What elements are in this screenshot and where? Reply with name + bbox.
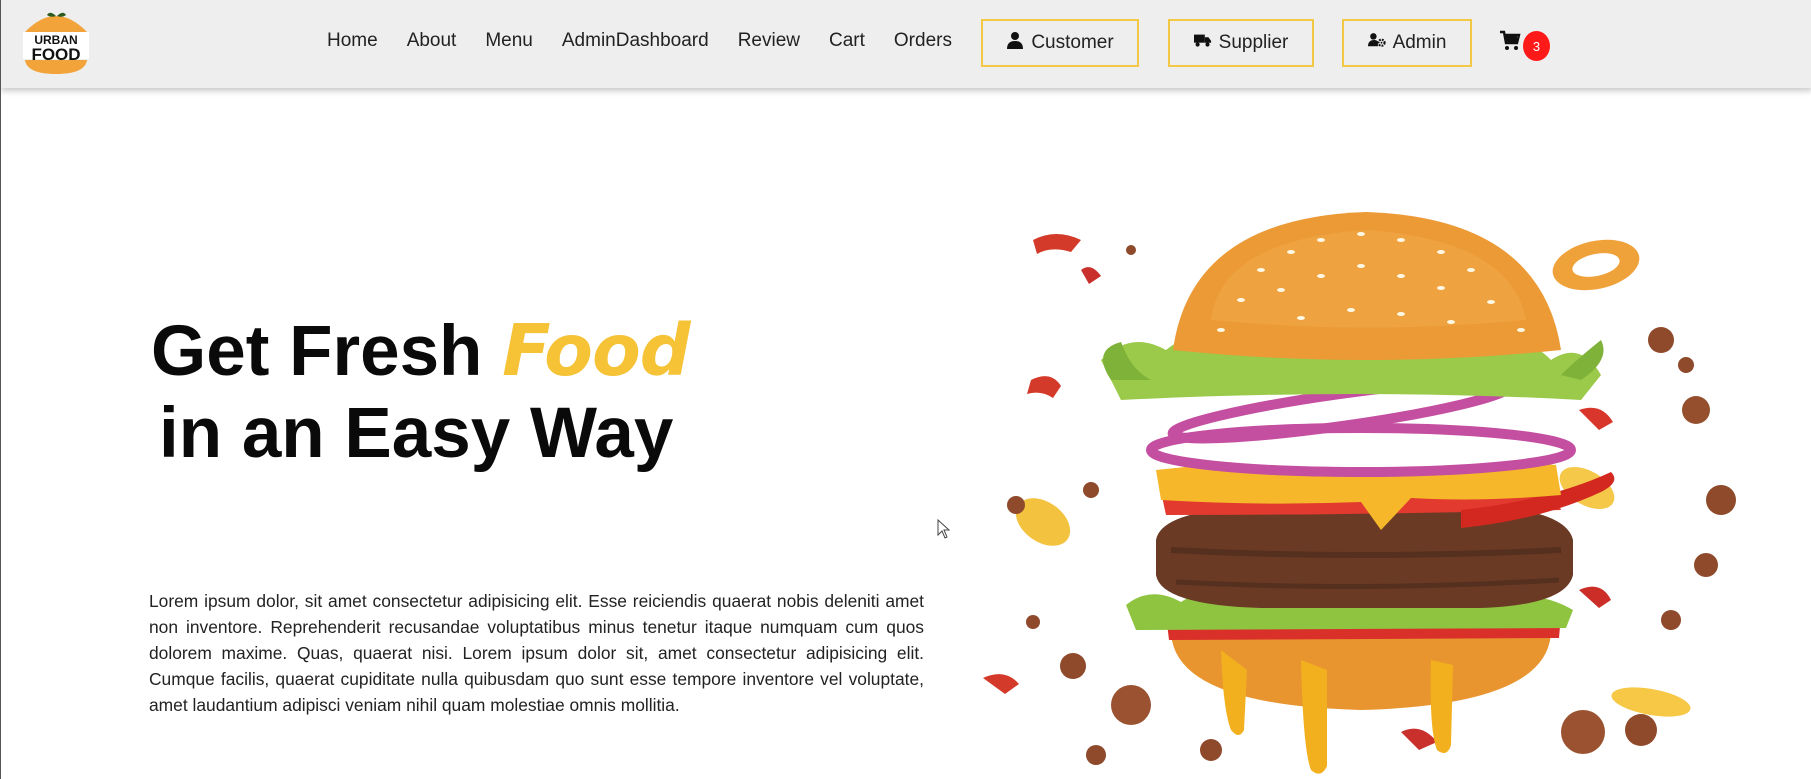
nav-admin-dashboard[interactable]: AdminDashboard [562, 30, 709, 52]
cart-icon[interactable] [1499, 30, 1521, 52]
user-icon [1006, 31, 1024, 55]
customer-label: Customer [1031, 32, 1114, 53]
navbar: URBAN FOOD Home About Menu AdminDashboar… [1, 0, 1811, 88]
hero-title: Get Fresh Food in an Easy Way [151, 309, 691, 475]
urban-food-logo[interactable]: URBAN FOOD [19, 6, 93, 76]
nav-menu[interactable]: Menu [485, 30, 533, 52]
nav-orders[interactable]: Orders [894, 30, 952, 52]
hero-description: Lorem ipsum dolor, sit amet consectetur … [149, 591, 924, 715]
admin-button[interactable]: Admin [1342, 19, 1472, 67]
supplier-label: Supplier [1218, 32, 1289, 53]
logo-text-food: FOOD [31, 45, 80, 64]
customer-button[interactable]: Customer [981, 19, 1139, 67]
truck-icon [1193, 31, 1212, 55]
mouse-cursor [937, 518, 951, 539]
admin-label: Admin [1392, 32, 1447, 53]
nav-links: Home About Menu AdminDashboard Review Ca… [327, 30, 981, 52]
supplier-button[interactable]: Supplier [1168, 19, 1314, 67]
hero-title-accent: Food [502, 309, 690, 392]
page: URBAN FOOD Home About Menu AdminDashboar… [0, 0, 1811, 779]
hero-title-line2: in an Easy Way [159, 394, 674, 473]
nav-home[interactable]: Home [327, 30, 378, 52]
hero-title-part1: Get Fresh [151, 312, 483, 391]
user-gear-icon [1367, 31, 1386, 55]
cart-count-badge: 3 [1523, 31, 1550, 61]
nav-cart[interactable]: Cart [829, 30, 865, 52]
nav-review[interactable]: Review [738, 30, 800, 52]
burger-image [961, 210, 1761, 779]
nav-about[interactable]: About [407, 30, 457, 52]
